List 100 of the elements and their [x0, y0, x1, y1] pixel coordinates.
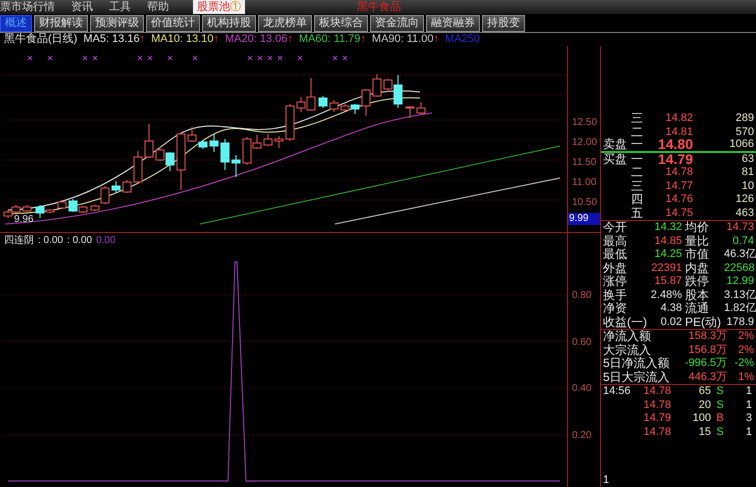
- cross-mark-icon: [342, 56, 348, 60]
- tick-price: 14.78: [642, 426, 671, 439]
- stat-value: 14.25: [653, 248, 682, 262]
- menu-item[interactable]: 帮助: [147, 0, 169, 14]
- candlestick: [176, 132, 186, 190]
- flow-percent: -2%: [733, 357, 755, 370]
- order-rank: 一: [631, 152, 644, 166]
- price-axis-label: 11.50: [571, 156, 598, 170]
- stat-value: 2.48%: [650, 288, 682, 302]
- candlestick: [210, 134, 218, 152]
- order-volume: 289: [734, 112, 755, 126]
- moving-average-value: MA20: 13.06: [224, 33, 288, 46]
- cross-mark-icon: [48, 56, 52, 60]
- cross-mark-icon: [28, 56, 32, 60]
- candlestick: [58, 200, 66, 210]
- tab[interactable]: 价值统计: [146, 14, 200, 32]
- up-arrow-icon: ↑: [287, 33, 293, 46]
- tab[interactable]: 持股变: [482, 14, 525, 32]
- moving-average-value: MA5: 13.16: [83, 33, 140, 46]
- flow-percent: 2%: [737, 344, 755, 357]
- candlestick: [416, 102, 426, 114]
- menu-item[interactable]: 工具: [109, 0, 131, 14]
- tick-count: 1: [744, 426, 753, 439]
- order-price: 14.77: [664, 180, 693, 193]
- tick-count: 1: [744, 385, 753, 398]
- chart-title: 黑牛食品(日线): [4, 33, 78, 46]
- order-price: 14.75: [664, 206, 693, 220]
- stat-label: PE(动): [684, 316, 722, 329]
- cross-mark-icon: [332, 56, 338, 60]
- order-rank: 四: [631, 193, 644, 206]
- candlestick: [134, 150, 142, 184]
- current-price-marker: 9.99: [568, 213, 600, 225]
- stat-label: 涨停: [602, 275, 628, 288]
- tab[interactable]: 预测评级: [90, 14, 144, 32]
- moving-average-value: MA250: [444, 33, 480, 46]
- indicator-value: : 0.00: [38, 234, 64, 248]
- tab[interactable]: 融资融券: [426, 14, 480, 32]
- indicator-axis-label: 0.40: [571, 382, 592, 396]
- tab[interactable]: 龙虎榜单: [258, 14, 312, 32]
- price-axis-label: 10.50: [571, 196, 598, 210]
- stat-label: 量比: [684, 234, 710, 248]
- tick-count: 1: [744, 398, 753, 412]
- tab[interactable]: 财报解读: [34, 14, 88, 32]
- candlestick: [122, 180, 132, 194]
- tick-side: S: [715, 426, 725, 439]
- indicator-axis-label: 0.20: [571, 428, 592, 442]
- tab[interactable]: 板块综合: [314, 14, 368, 32]
- indicator-value: 0.00: [96, 234, 116, 248]
- up-arrow-icon: ↑: [213, 33, 219, 46]
- order-rank: 三: [631, 180, 644, 193]
- stat-label: 最高: [602, 234, 628, 248]
- stat-label: 换手: [602, 288, 628, 302]
- order-volume: 81: [740, 166, 755, 180]
- order-volume: 570: [734, 126, 755, 139]
- cross-mark-icon: [298, 56, 302, 60]
- flow-label: 大宗流入: [602, 344, 652, 356]
- cross-mark-icon: [92, 56, 98, 60]
- candlestick: [166, 152, 174, 172]
- stock-name-label: 黑牛食品: [357, 0, 401, 14]
- candlestick: [318, 96, 328, 108]
- tab[interactable]: 资金流向: [370, 14, 424, 32]
- order-price: 14.76: [664, 193, 693, 206]
- cross-mark-icon: [138, 56, 142, 60]
- cross-mark-icon: [268, 56, 272, 60]
- order-price: 14.82: [664, 112, 693, 126]
- stat-label: 市值: [684, 248, 710, 262]
- price-axis-label: 11.00: [571, 176, 598, 190]
- menu-item[interactable]: 股票池①: [193, 0, 245, 14]
- order-rank: 二: [631, 126, 644, 139]
- moving-average-value: MA10: 13.10: [151, 33, 214, 46]
- candlestick: [274, 136, 284, 148]
- indicator-name: 四连阴: [4, 234, 34, 248]
- menu-item[interactable]: 资讯: [71, 0, 93, 14]
- menu-item[interactable]: 票市场行情: [0, 0, 55, 14]
- up-arrow-icon: ↑: [360, 33, 366, 46]
- candlestick: [156, 146, 164, 162]
- flow-label: 5日大宗流入: [602, 370, 671, 384]
- order-rank: 二: [631, 166, 644, 180]
- tab[interactable]: 机构持股: [202, 14, 256, 32]
- cross-mark-icon: [248, 56, 252, 60]
- tab[interactable]: 概述: [0, 14, 32, 32]
- stat-label: 今开: [602, 221, 628, 234]
- candlestick: [232, 154, 240, 178]
- tick-side: B: [715, 412, 725, 426]
- order-rank: 三: [631, 112, 644, 126]
- stat-label: 跌停: [684, 275, 710, 288]
- indicator-axis-label: 0.80: [571, 289, 592, 303]
- cross-mark-icon: [82, 56, 88, 60]
- tick-price: 14.78: [642, 385, 671, 398]
- stat-value: 15.87: [653, 275, 682, 288]
- candlestick: [372, 74, 382, 98]
- tick-count: 3: [744, 412, 753, 426]
- stat-value: 0.74: [732, 234, 755, 248]
- candlestick: [4, 210, 12, 218]
- stat-label: 外盘: [602, 262, 628, 275]
- order-volume: 463: [734, 206, 755, 220]
- candlestick: [330, 100, 338, 112]
- tick-volume: 20: [698, 398, 711, 412]
- flow-label: 净流入额: [602, 330, 652, 344]
- stat-value: 4.38: [660, 302, 682, 316]
